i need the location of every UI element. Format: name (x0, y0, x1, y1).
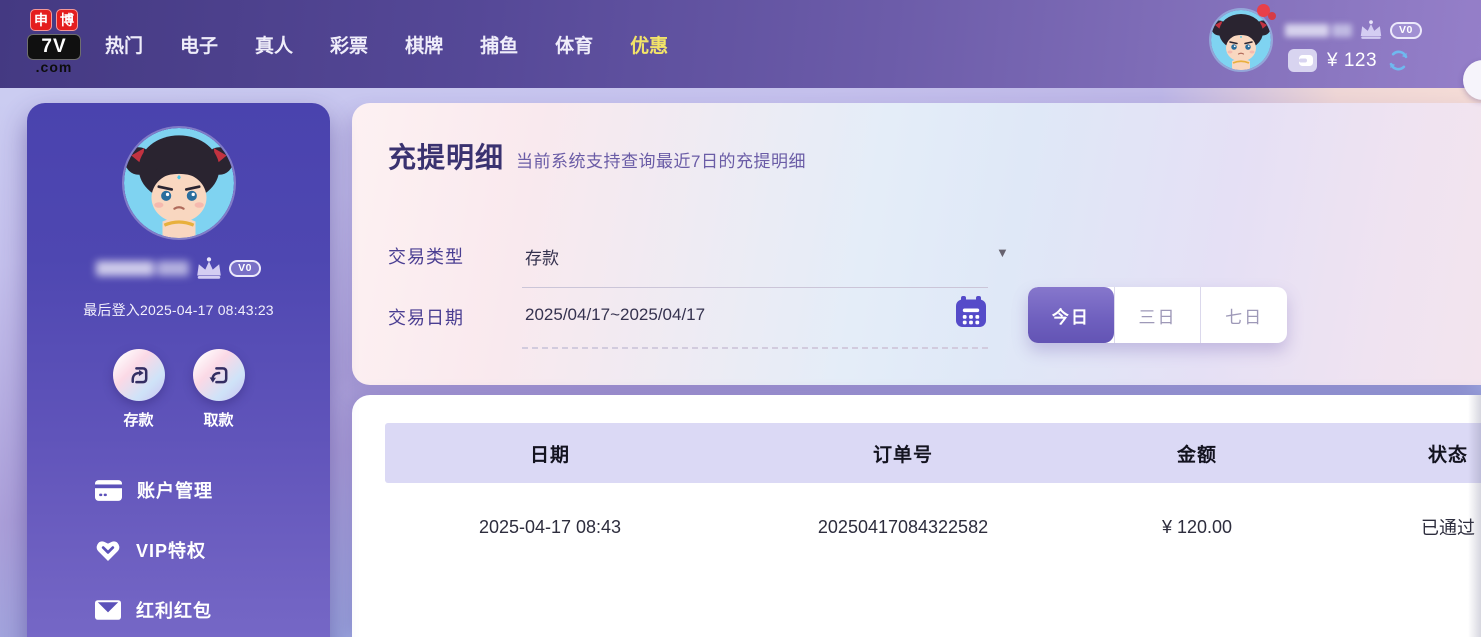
logo-badge-left: 申 (30, 9, 52, 31)
refresh-balance-icon[interactable] (1386, 48, 1411, 73)
nav-item-promo[interactable]: 优惠 (630, 31, 668, 58)
deposit-button[interactable]: 存款 (113, 349, 165, 430)
site-logo[interactable]: 申 博 7V .com (27, 9, 81, 75)
sidebar-item-label: 账户管理 (137, 477, 213, 503)
table-header: 日期 订单号 金额 状态 (385, 423, 1481, 483)
transaction-date-label: 交易日期 (388, 304, 464, 330)
vip-crown-icon (1358, 20, 1384, 40)
main-nav-menu: 热门 电子 真人 彩票 棋牌 捕鱼 体育 优惠 (105, 0, 668, 88)
column-header-order: 订单号 (715, 423, 1091, 483)
envelope-icon (95, 600, 121, 620)
nav-item-live[interactable]: 真人 (255, 31, 293, 58)
deposit-label: 存款 (113, 409, 165, 430)
column-header-date: 日期 (385, 423, 715, 483)
scroll-edge-shade (1468, 395, 1481, 637)
nav-item-sports[interactable]: 体育 (555, 31, 593, 58)
balance-amount: ¥ 123 (1327, 50, 1377, 72)
nav-item-lottery[interactable]: 彩票 (330, 31, 368, 58)
vip-crown-icon (194, 257, 224, 280)
user-avatar[interactable] (1211, 10, 1271, 70)
masked-username (1285, 24, 1352, 37)
sidebar-item-label: VIP特权 (136, 537, 206, 563)
cell-order-number: 20250417084322582 (715, 483, 1091, 571)
withdraw-label: 取款 (193, 409, 245, 430)
nav-username-row: V0 (1285, 20, 1422, 40)
vip-badge-icon (95, 539, 121, 562)
deposit-icon (113, 349, 165, 401)
divider (522, 347, 988, 349)
date-quick-range-group: 今日 三日 七日 (1028, 287, 1287, 343)
top-nav: 申 博 7V .com 热门 电子 真人 彩票 棋牌 捕鱼 体育 优惠 V0 (0, 0, 1481, 88)
logo-badge-right: 博 (56, 9, 78, 31)
bank-card-icon (95, 480, 122, 501)
sidebar-item-account[interactable]: 账户管理 (27, 476, 330, 504)
transaction-type-select[interactable]: 存款 (525, 244, 559, 269)
records-panel: 日期 订单号 金额 状态 2025-04-17 08:43 2025041708… (352, 395, 1481, 637)
avatar-image (1211, 10, 1271, 70)
logo-main-text: 7V (27, 34, 81, 60)
filter-panel: 充提明细 当前系统支持查询最近7日的充提明细 交易类型 存款 ▼ 交易日期 20… (352, 103, 1481, 385)
sidebar-avatar[interactable] (124, 128, 234, 238)
quick-range-today[interactable]: 今日 (1028, 287, 1114, 343)
page-title: 充提明细 (388, 136, 504, 176)
divider (522, 287, 988, 288)
nav-item-hot[interactable]: 热门 (105, 31, 143, 58)
nav-item-slots[interactable]: 电子 (180, 31, 218, 58)
background-tint (1161, 88, 1481, 103)
title-row: 充提明细 当前系统支持查询最近7日的充提明细 (388, 136, 806, 176)
nav-balance-row: ¥ 123 (1287, 48, 1411, 73)
nav-item-fishing[interactable]: 捕鱼 (480, 31, 518, 58)
column-header-status: 状态 (1303, 423, 1481, 483)
table-row[interactable]: 2025-04-17 08:43 20250417084322582 ¥ 120… (385, 483, 1481, 571)
vip-level-badge[interactable]: V0 (229, 260, 261, 277)
cell-status: 已通过 (1303, 483, 1481, 571)
notification-dot-small (1268, 12, 1276, 20)
sidebar: V0 最后登入2025-04-17 08:43:23 存款 取款 (27, 103, 330, 637)
sidebar-item-vip[interactable]: VIP特权 (27, 536, 330, 564)
nav-user-area: V0 ¥ 123 (1211, 6, 1441, 84)
last-login-text: 最后登入2025-04-17 08:43:23 (27, 300, 330, 320)
sidebar-item-label: 红利红包 (136, 597, 212, 623)
transaction-type-label: 交易类型 (388, 243, 464, 269)
date-range-input[interactable]: 2025/04/17~2025/04/17 (525, 305, 705, 325)
sidebar-item-bonus[interactable]: 红利红包 (27, 596, 330, 624)
quick-range-7days[interactable]: 七日 (1200, 287, 1287, 343)
wallet-icon (1287, 48, 1318, 73)
page-subtitle: 当前系统支持查询最近7日的充提明细 (516, 147, 806, 172)
withdraw-button[interactable]: 取款 (193, 349, 245, 430)
column-header-amount: 金额 (1091, 423, 1303, 483)
vip-level-badge[interactable]: V0 (1390, 22, 1422, 39)
quick-range-3days[interactable]: 三日 (1114, 287, 1201, 343)
sidebar-username-row: V0 (27, 251, 330, 285)
chevron-down-icon[interactable]: ▼ (996, 245, 1009, 260)
masked-username (96, 261, 189, 276)
cell-date: 2025-04-17 08:43 (385, 483, 715, 571)
quick-actions: 存款 取款 (27, 349, 330, 430)
nav-item-cards[interactable]: 棋牌 (405, 31, 443, 58)
calendar-icon[interactable] (954, 295, 988, 334)
sidebar-avatar-image (124, 128, 234, 238)
logo-suffix: .com (27, 59, 81, 75)
logo-badges: 申 博 (27, 9, 81, 31)
withdraw-icon (193, 349, 245, 401)
cell-amount: ¥ 120.00 (1091, 483, 1303, 571)
sidebar-menu: 账户管理 VIP特权 红利红包 (27, 476, 330, 624)
